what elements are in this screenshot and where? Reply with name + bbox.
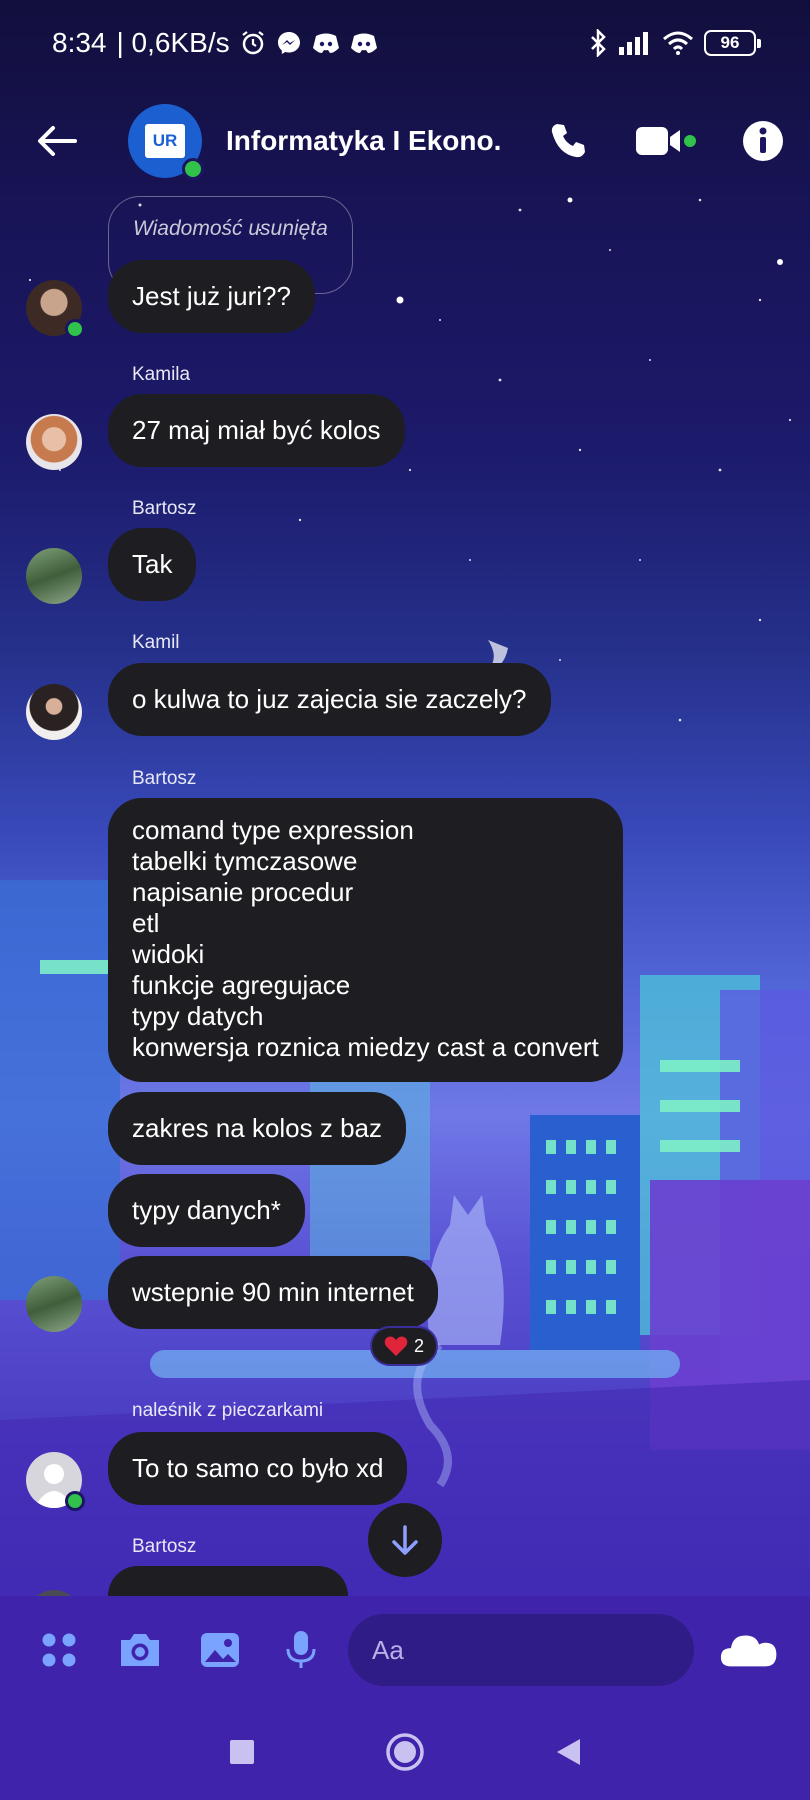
avatar[interactable]	[26, 548, 82, 604]
message-bubble[interactable]: comand type expression tabelki tymczasow…	[108, 798, 623, 1082]
message-line: comand type expression	[132, 815, 414, 845]
system-nav-bar	[0, 1704, 810, 1800]
home-icon	[386, 1733, 424, 1771]
message-text: zakres na kolos z baz	[132, 1113, 383, 1143]
message-bubble[interactable]: Jest już juri??	[108, 260, 315, 333]
online-indicator	[65, 319, 85, 339]
message-bubble[interactable]: 27 maj miał być kolos	[108, 394, 405, 467]
camera-button[interactable]	[111, 1620, 170, 1680]
status-time: 8:34	[52, 27, 107, 58]
scroll-to-bottom-button[interactable]	[368, 1503, 442, 1577]
avatar[interactable]	[26, 414, 82, 470]
message-line: widoki	[132, 939, 205, 969]
sender-name: Bartosz	[132, 768, 197, 789]
status-right: 96	[590, 29, 761, 57]
recent-apps-button[interactable]	[212, 1722, 272, 1782]
message-text: 27 maj miał być kolos	[132, 415, 381, 445]
status-bar: 8:34 | 0,6KB/s 96	[0, 0, 810, 86]
header-actions	[548, 120, 784, 162]
gallery-icon	[201, 1633, 240, 1667]
avatar[interactable]	[26, 280, 85, 339]
message-text: o kulwa to juz zajecia sie zaczely?	[132, 684, 527, 714]
message-line: napisanie procedur	[132, 877, 354, 907]
message-text: wstepnie 90 min internet	[132, 1277, 414, 1307]
sender-name: naleśnik z pieczarkami	[132, 1400, 324, 1421]
avatar[interactable]	[26, 1452, 85, 1511]
online-indicator	[65, 1491, 85, 1511]
online-indicator	[182, 158, 204, 180]
wifi-icon	[662, 31, 694, 55]
status-network-speed: | 0,6KB/s	[116, 27, 230, 58]
message-text: To to samo co było xd	[132, 1453, 384, 1483]
message-bubble[interactable]: zakres na kolos z baz	[108, 1092, 407, 1165]
message-bubble[interactable]: To to samo co było xd	[108, 1432, 408, 1505]
recent-apps-icon	[229, 1740, 254, 1764]
back-arrow-icon	[38, 126, 77, 156]
message-line: typy datych	[132, 1001, 264, 1031]
bluetooth-icon	[590, 29, 608, 57]
message-bubble[interactable]: typy danych*	[108, 1174, 305, 1247]
microphone-icon	[286, 1631, 316, 1668]
message-text: Tak	[132, 549, 173, 579]
message-composer	[0, 1596, 810, 1704]
message-bubble-partial[interactable]	[108, 1566, 348, 1596]
arrow-down-icon	[392, 1525, 418, 1555]
sender-name: Kamil	[132, 632, 180, 653]
heart-icon	[384, 1336, 408, 1356]
sender-name: Bartosz	[132, 1536, 197, 1557]
message-input-field[interactable]	[348, 1614, 707, 1686]
messenger-icon	[276, 30, 302, 56]
group-avatar[interactable]: UR	[128, 104, 204, 180]
deleted-message-text: Wiadomość usunięta	[133, 217, 328, 240]
info-icon	[743, 121, 783, 161]
voice-message-button[interactable]	[272, 1620, 331, 1680]
sender-name: Bartosz	[132, 498, 197, 519]
system-back-button[interactable]	[538, 1722, 598, 1782]
battery-level: 96	[720, 33, 740, 52]
reaction-count: 2	[414, 1335, 425, 1356]
back-button[interactable]	[26, 110, 88, 172]
discord-icon	[350, 32, 378, 54]
gallery-button[interactable]	[191, 1620, 250, 1680]
message-line: konwersja roznica miedzy cast a convert	[132, 1032, 599, 1062]
chat-title[interactable]: Informatyka I Ekono...	[226, 125, 502, 157]
message-text: Jest już juri??	[132, 281, 291, 311]
message-bubble[interactable]: wstepnie 90 min internet	[108, 1256, 438, 1329]
message-bubble[interactable]: o kulwa to juz zajecia sie zaczely?	[108, 663, 551, 736]
menu-dots-icon	[42, 1633, 76, 1667]
discord-icon	[312, 32, 340, 54]
message-line: tabelki tymczasowe	[132, 846, 358, 876]
back-icon	[557, 1739, 581, 1765]
avatar[interactable]	[26, 684, 82, 740]
alarm-icon	[240, 30, 266, 56]
cloud-like-icon	[720, 1635, 777, 1667]
battery-icon: 96	[704, 30, 761, 56]
status-left: 8:34 | 0,6KB/s	[52, 27, 378, 59]
camera-icon	[120, 1634, 159, 1666]
video-call-button[interactable]	[634, 124, 696, 158]
avatar[interactable]	[26, 1276, 82, 1332]
message-input[interactable]	[372, 1634, 707, 1666]
message-line: funkcje agregujace	[132, 970, 351, 1000]
sender-name: Kamila	[132, 364, 191, 385]
home-button[interactable]	[375, 1722, 435, 1782]
signal-icon	[618, 31, 652, 55]
video-camera-icon	[636, 127, 696, 155]
chat-info-button[interactable]	[742, 120, 784, 162]
quick-reaction-button[interactable]	[720, 1620, 780, 1680]
message-text: typy danych*	[132, 1195, 281, 1225]
message-bubble[interactable]: Tak	[108, 528, 197, 601]
message-reaction[interactable]: 2	[370, 1326, 439, 1366]
university-logo: UR	[145, 124, 185, 158]
more-actions-button[interactable]	[30, 1620, 89, 1680]
voice-call-button[interactable]	[548, 121, 588, 161]
message-line: etl	[132, 908, 160, 938]
chat-header: UR Informatyka I Ekono...	[0, 86, 810, 196]
message-list[interactable]: Wiadomość usunięta Jest już juri?? Kamil…	[0, 196, 810, 1596]
phone-icon	[551, 124, 585, 158]
